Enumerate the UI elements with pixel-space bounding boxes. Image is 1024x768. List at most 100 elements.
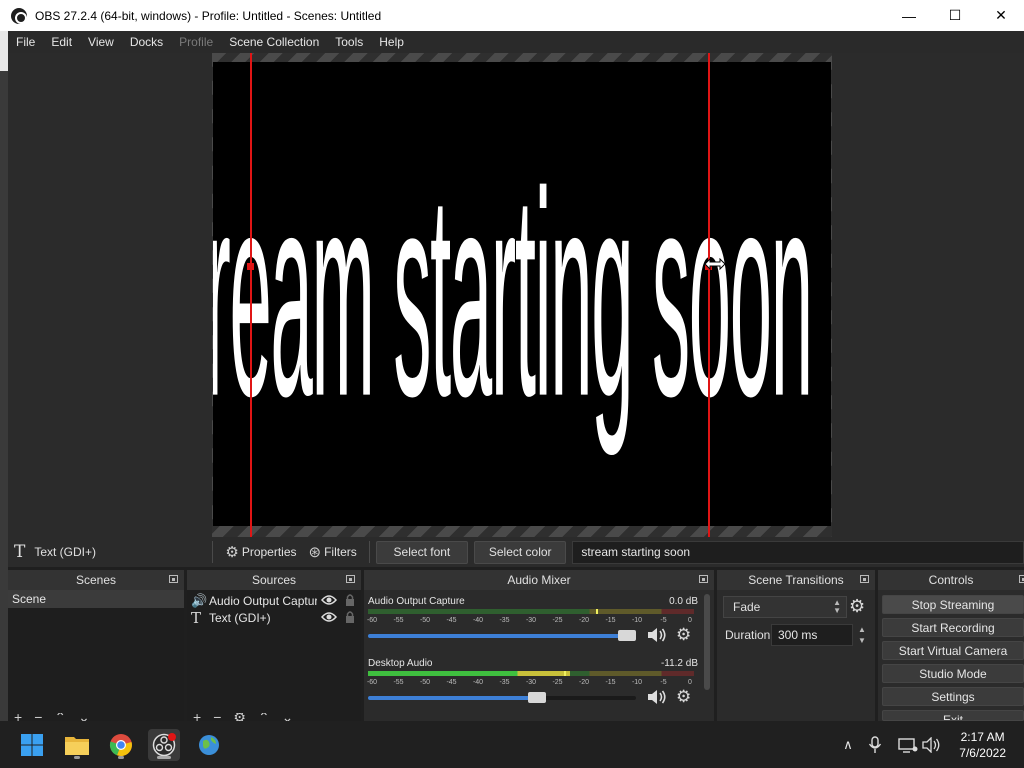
obs-logo-icon (11, 7, 27, 24)
meter-tick-label: -50 (419, 617, 431, 624)
meter-tick-label: -10 (631, 617, 643, 624)
gear-icon[interactable]: ⚙ (676, 688, 691, 706)
source-item[interactable]: 🔊 Audio Output Captur (187, 592, 361, 609)
start-recording-button[interactable]: Start Recording (882, 618, 1024, 637)
meter-tick-label: -40 (472, 679, 484, 686)
menu-edit[interactable]: Edit (43, 35, 80, 49)
volume-fader[interactable]: ⚙ (368, 626, 698, 644)
visibility-eye-icon[interactable] (321, 594, 337, 606)
remove-icon[interactable]: − (34, 713, 42, 721)
controls-dock: Controls Stop Streaming Start Recording … (878, 570, 1024, 721)
windows-start-button[interactable] (16, 729, 48, 761)
start-virtual-camera-button[interactable]: Start Virtual Camera (882, 641, 1024, 660)
fader-knob[interactable] (528, 692, 546, 703)
system-clock[interactable]: 2:17 AM 7/6/2022 (959, 729, 1006, 761)
audio-mixer-header: Audio Mixer (364, 570, 714, 590)
obs-taskbar-button[interactable] (148, 729, 180, 761)
undock-icon[interactable] (699, 575, 708, 583)
text-input[interactable]: stream starting soon (572, 540, 1024, 564)
speaker-icon[interactable] (646, 688, 668, 706)
volume-icon[interactable] (922, 736, 942, 753)
gear-icon[interactable]: ⚙ (676, 626, 691, 644)
meter-tick-label: -50 (419, 679, 431, 686)
menu-file[interactable]: File (8, 35, 43, 49)
channel-db: 0.0 dB (669, 596, 698, 607)
meter-tick-label: -25 (552, 679, 563, 686)
canvas-text-source[interactable]: stream starting soon (213, 62, 813, 526)
meter-tick-label: -20 (578, 679, 590, 686)
move-up-icon[interactable]: ⌃ (258, 713, 270, 721)
menu-profile[interactable]: Profile (171, 35, 221, 49)
duration-spinner-icon[interactable]: ▲ ▼ (855, 624, 869, 646)
meter-tick-label: -40 (472, 617, 484, 624)
menu-help[interactable]: Help (371, 35, 412, 49)
network-icon[interactable] (898, 737, 918, 753)
select-color-button[interactable]: Select color (474, 540, 567, 564)
meter-peak (563, 671, 566, 676)
chrome-button[interactable] (105, 729, 137, 761)
gear-icon[interactable]: ⚙ (849, 596, 865, 617)
meter-tick-label: -55 (393, 617, 404, 624)
gear-icon[interactable]: ⚙ (233, 713, 246, 721)
filters-button[interactable]: ⊛ Filters (303, 541, 363, 563)
chevron-up-icon[interactable]: ∧ (838, 737, 858, 753)
sources-dock: Sources 🔊 Audio Output Captur T Text (GD… (187, 570, 361, 721)
scenes-dock: Scenes Scene + − ⌃ ⌄ (8, 570, 184, 721)
undock-icon[interactable] (346, 575, 355, 583)
visibility-eye-icon[interactable] (321, 611, 337, 623)
audio-mixer-dock: Audio Mixer Audio Output Capture 0.0 dB … (364, 570, 714, 721)
meter-tick-label: -15 (605, 617, 616, 624)
microphone-icon[interactable] (868, 735, 882, 754)
lock-icon[interactable] (345, 594, 355, 606)
scene-item[interactable]: Scene (8, 590, 184, 608)
duration-input[interactable]: 300 ms (771, 624, 853, 646)
add-icon[interactable]: + (193, 713, 201, 721)
selection-edge-right[interactable] (708, 53, 710, 537)
source-item[interactable]: T Text (GDI+) (187, 609, 361, 627)
menu-scene-collection[interactable]: Scene Collection (221, 35, 327, 49)
source-toolbar: T Text (GDI+) ⚙ Properties ⊛ Filters Sel… (8, 537, 1024, 567)
undock-icon[interactable] (1019, 575, 1024, 583)
remove-icon[interactable]: − (213, 713, 221, 721)
transition-select[interactable]: Fade ▲ ▼ (723, 596, 847, 618)
fader-knob[interactable] (618, 630, 636, 641)
selection-edge-left[interactable] (250, 53, 252, 537)
meter-tick-label: -60 (366, 617, 378, 624)
meter-tick-label: -25 (552, 617, 563, 624)
title-bar: OBS 27.2.4 (64-bit, windows) - Profile: … (0, 0, 1024, 31)
properties-button[interactable]: ⚙ Properties (219, 541, 302, 563)
close-button[interactable]: ✕ (978, 0, 1024, 31)
stop-streaming-button[interactable]: Stop Streaming (882, 595, 1024, 614)
select-font-button[interactable]: Select font (375, 540, 469, 564)
fader-fill (368, 696, 537, 700)
scene-transitions-dock: Scene Transitions Fade ▲ ▼ ⚙ Duration 300… (717, 570, 875, 721)
undock-icon[interactable] (860, 575, 869, 583)
meter-tick-label: -10 (631, 679, 643, 686)
resize-handle-left[interactable] (247, 263, 254, 270)
undock-icon[interactable] (169, 575, 178, 583)
move-down-icon[interactable]: ⌄ (78, 713, 90, 721)
add-icon[interactable]: + (14, 713, 22, 721)
settings-button[interactable]: Settings (882, 687, 1024, 706)
exit-button[interactable]: Exit (882, 710, 1024, 721)
lock-icon[interactable] (345, 611, 355, 623)
mixer-scrollbar[interactable] (704, 594, 710, 690)
filter-icon: ⊛ (308, 544, 322, 561)
volume-fader[interactable]: ⚙ (368, 688, 698, 706)
speaker-icon: 🔊 (191, 592, 208, 608)
meter-tick-label: -45 (446, 679, 457, 686)
gear-icon: ⚙ (225, 544, 239, 561)
menu-view[interactable]: View (80, 35, 122, 49)
move-down-icon[interactable]: ⌄ (282, 713, 294, 721)
maximize-button[interactable]: ☐ (932, 0, 978, 31)
menu-tools[interactable]: Tools (327, 35, 371, 49)
file-explorer-button[interactable] (61, 729, 93, 761)
selected-source: T Text (GDI+) (14, 542, 206, 562)
minimize-button[interactable]: — (886, 0, 932, 31)
speaker-icon[interactable] (646, 626, 668, 644)
menu-docks[interactable]: Docks (122, 35, 171, 49)
network-app-button[interactable] (193, 729, 225, 761)
move-up-icon[interactable]: ⌃ (54, 713, 66, 721)
studio-mode-button[interactable]: Studio Mode (882, 664, 1024, 683)
preview-canvas[interactable]: stream starting soon (213, 62, 831, 526)
